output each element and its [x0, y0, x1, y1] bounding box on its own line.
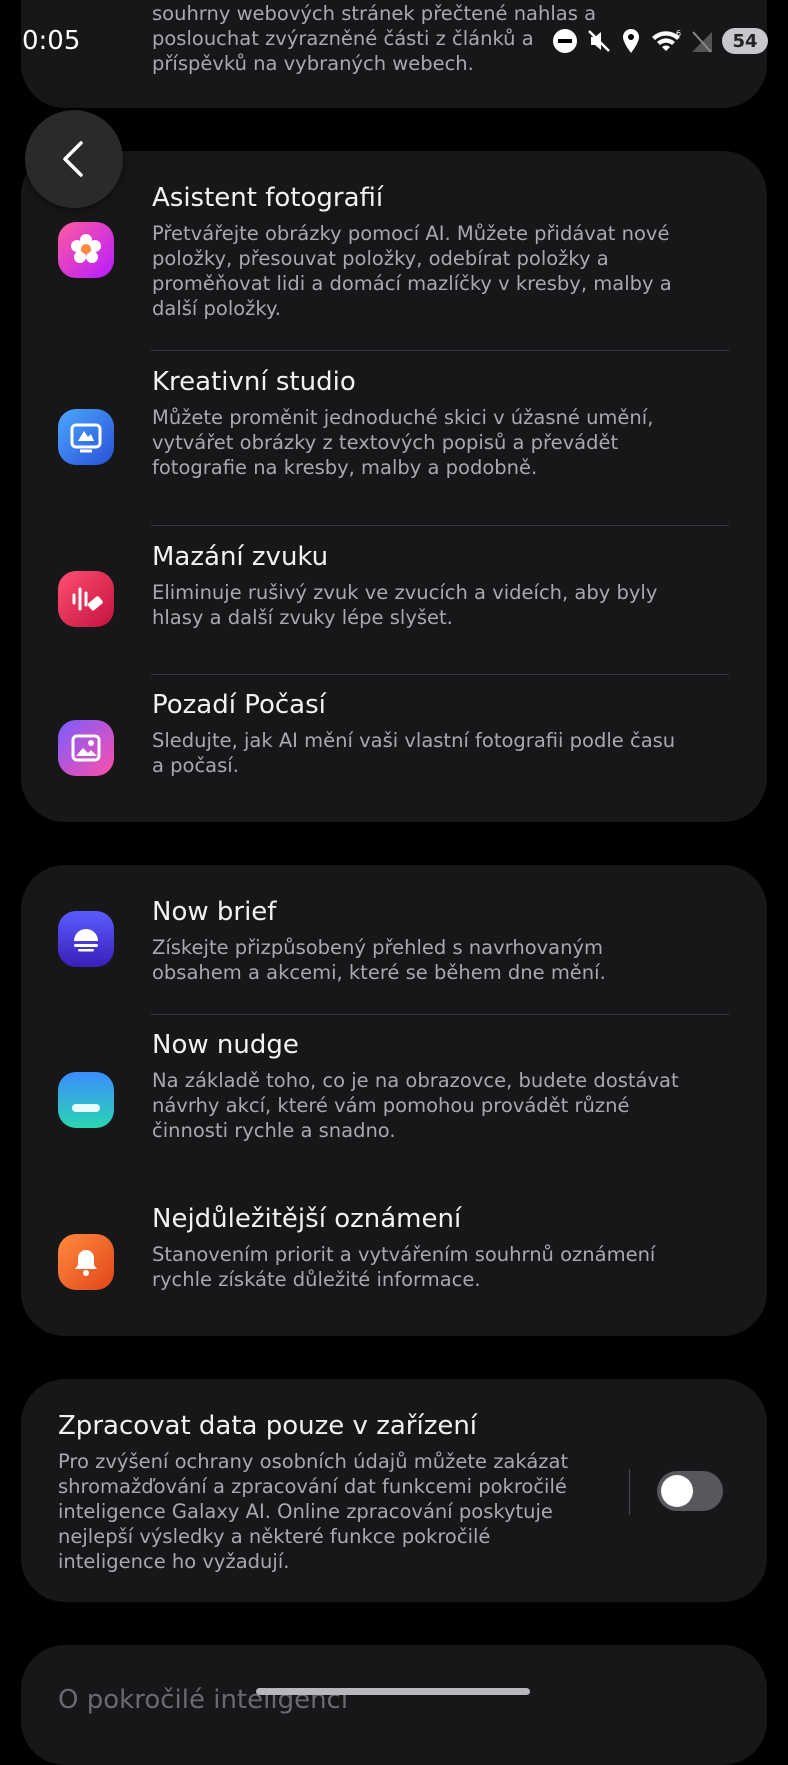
- item-description: Na základě toho, co je na obrazovce, bud…: [152, 1069, 679, 1142]
- mute-icon: [588, 30, 610, 52]
- item-title: Nejdůležitější oznámení: [152, 1204, 462, 1234]
- list-item-creative-studio[interactable]: Kreativní studio Můžete proměnit jednodu…: [21, 351, 767, 526]
- list-item-weather-wallpaper[interactable]: Pozadí Počasí Sledujte, jak AI mění vaši…: [21, 675, 767, 822]
- do-not-disturb-icon: [553, 29, 577, 53]
- item-description: Eliminuje rušivý zvuk ve zvucích a videí…: [152, 581, 658, 629]
- list-item-important-notifications[interactable]: Nejdůležitější oznámení Stanovením prior…: [21, 1188, 767, 1336]
- item-title: Mazání zvuku: [152, 542, 329, 572]
- item-title: Kreativní studio: [152, 367, 356, 397]
- item-title: Asistent fotografií: [152, 183, 384, 213]
- item-title: Now brief: [152, 897, 277, 927]
- battery-indicator: 54: [722, 28, 768, 54]
- item-description: Získejte přizpůsobený přehled s navrhova…: [152, 936, 606, 984]
- list-item-audio-eraser[interactable]: Mazání zvuku Eliminuje rušivý zvuk ve zv…: [21, 526, 767, 675]
- on-device-title: Zpracovat data pouze v zařízení: [58, 1411, 478, 1441]
- status-icons: 6 54: [552, 28, 768, 54]
- now-nudge-icon: [58, 1072, 114, 1128]
- top-card: souhrny webových stránek přečtené nahlas…: [21, 0, 767, 108]
- item-description: Stanovením priorit a vytvářením souhrnů …: [152, 1243, 656, 1291]
- creative-studio-icon: [58, 409, 114, 465]
- toggle-knob: [661, 1475, 693, 1507]
- list-item-photo-assist[interactable]: Asistent fotografií Přetvářejte obrázky …: [21, 151, 767, 351]
- wifi-icon: 6: [652, 29, 681, 51]
- back-button[interactable]: [25, 110, 123, 208]
- location-icon: [623, 29, 639, 53]
- weather-wallpaper-icon: [58, 720, 114, 776]
- item-description: Sledujte, jak AI mění vaši vlastní fotog…: [152, 729, 676, 777]
- audio-eraser-icon: [58, 571, 114, 627]
- notification-bell-icon: [58, 1234, 114, 1290]
- item-description: Přetvářejte obrázky pomocí AI. Můžete př…: [152, 222, 672, 320]
- list-item-now-brief[interactable]: Now brief Získejte přizpůsobený přehled …: [21, 865, 767, 1015]
- svg-text:6: 6: [676, 29, 681, 38]
- photo-assist-icon: [58, 222, 114, 278]
- item-title: Now nudge: [152, 1030, 299, 1060]
- bottom-card[interactable]: O pokročilé inteligenci: [21, 1645, 767, 1765]
- on-device-toggle[interactable]: [657, 1471, 723, 1511]
- no-signal-icon: [692, 31, 712, 53]
- status-time: 0:05: [22, 26, 81, 56]
- toggle-separator: [629, 1469, 630, 1515]
- on-device-card[interactable]: Zpracovat data pouze v zařízení Pro zvýš…: [21, 1379, 767, 1602]
- item-description: Můžete proměnit jednoduché skici v úžasn…: [152, 406, 654, 479]
- now-brief-icon: [58, 911, 114, 967]
- on-device-description: Pro zvýšení ochrany osobních údajů můžet…: [58, 1450, 569, 1573]
- home-indicator[interactable]: [256, 1688, 530, 1695]
- now-features-card: Now brief Získejte přizpůsobený přehled …: [21, 865, 767, 1336]
- chevron-left-icon: [63, 141, 83, 177]
- item-title: Pozadí Počasí: [152, 690, 326, 720]
- list-item-now-nudge[interactable]: Now nudge Na základě toho, co je na obra…: [21, 1014, 767, 1188]
- ai-features-card: Asistent fotografií Přetvářejte obrázky …: [21, 151, 767, 822]
